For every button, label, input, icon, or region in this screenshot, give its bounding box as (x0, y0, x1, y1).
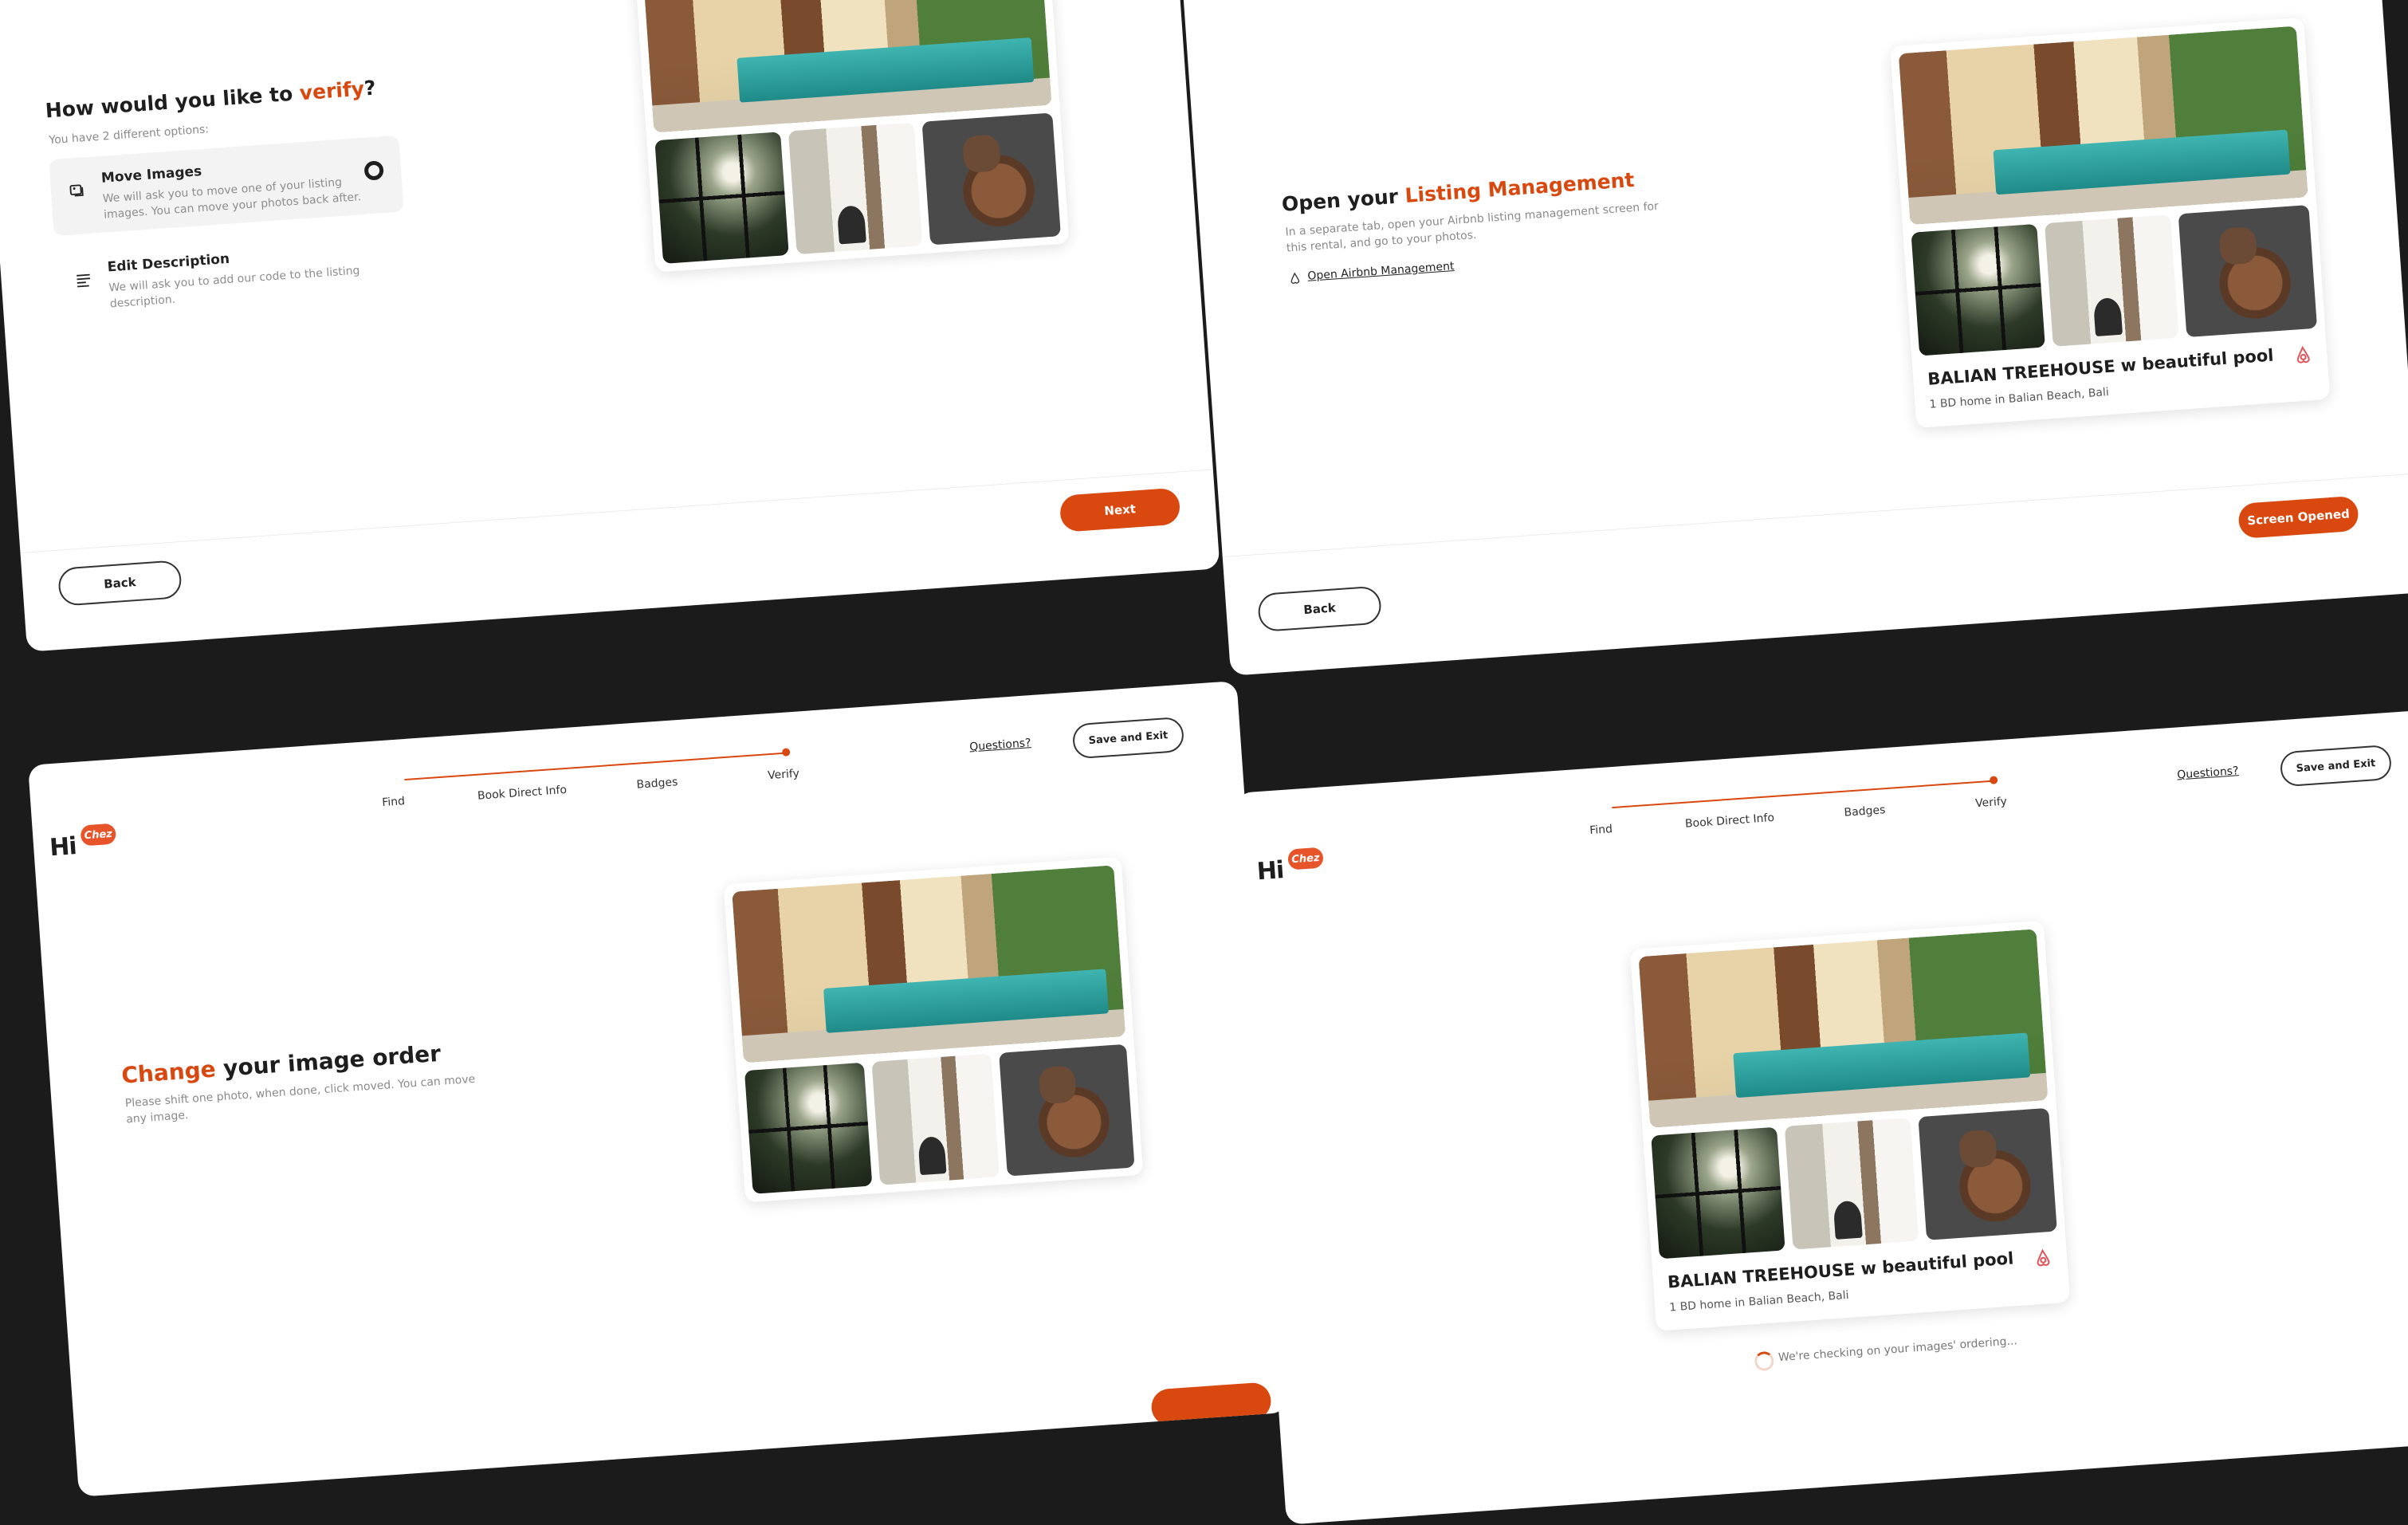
listing-subtitle: 1 BD home in Balian Beach, Bali (1668, 1288, 1850, 1315)
photo-tea (1918, 1107, 2057, 1240)
questions-link[interactable]: Questions? (2177, 764, 2239, 781)
progress-dot (1989, 776, 1998, 784)
progress-stepper: Find Book Direct Info Badges Verify (380, 748, 800, 828)
change-order-screen: Hi Chez Find Book Direct Info Badges Ver… (28, 680, 1288, 1497)
step-badges[interactable]: Badges (1844, 804, 1886, 819)
verify-method-screen: How would you like to verify? You have 2… (0, 0, 1220, 652)
listing-photos (723, 856, 1144, 1203)
logo[interactable]: Hi Chez (49, 823, 123, 862)
step-book-direct-info[interactable]: Book Direct Info (1685, 812, 1775, 831)
listing-card: BALIAN TREEHOUSE w beautiful pool 1 BD h… (1890, 17, 2331, 428)
photo-palm (1911, 223, 2045, 356)
photo-palm[interactable] (744, 1062, 873, 1194)
progress-stepper: Find Book Direct Info Badges Verify (1588, 776, 2008, 856)
photo-pool[interactable] (642, 0, 1052, 133)
checking-order-screen: Hi Chez Find Book Direct Info Badges Ver… (1235, 708, 2408, 1525)
footer-divider (1222, 473, 2408, 558)
photo-tea[interactable] (921, 112, 1061, 246)
listing-name: BALIAN TREEHOUSE w beautiful pool (1667, 1248, 2014, 1292)
text-lines-icon (77, 273, 90, 288)
photo-tea (2178, 205, 2318, 338)
airbnb-logo-icon (2037, 1248, 2050, 1267)
photo-pool (1898, 26, 2308, 225)
photo-bath (2045, 214, 2179, 347)
logo[interactable]: Hi Chez (1255, 847, 1330, 886)
option-edit-description[interactable]: Edit Description We will ask you to add … (55, 224, 410, 324)
page-title: How would you like to verify? (44, 76, 377, 123)
open-airbnb-link[interactable]: Open Airbnb Management (1307, 260, 1455, 283)
photo-pool[interactable] (732, 865, 1126, 1063)
listing-photos (633, 0, 1070, 273)
photo-bath[interactable] (871, 1053, 1000, 1185)
photo-palm[interactable] (654, 132, 789, 264)
next-button[interactable]: Next (1059, 487, 1181, 533)
questions-link[interactable]: Questions? (969, 737, 1031, 753)
airbnb-logo-icon (2296, 345, 2310, 364)
photo-bath (1784, 1117, 1919, 1250)
footer-divider (20, 469, 1213, 554)
step-find[interactable]: Find (382, 795, 406, 809)
step-find[interactable]: Find (1589, 823, 1613, 837)
photo-bath[interactable] (788, 122, 923, 255)
step-verify[interactable]: Verify (1975, 796, 2008, 811)
progress-line (404, 752, 787, 781)
loading-spinner-icon (1754, 1350, 1775, 1372)
photo-tea[interactable] (999, 1044, 1135, 1177)
save-exit-button[interactable]: Save and Exit (1071, 716, 1185, 760)
photo-pool (1638, 929, 2049, 1128)
back-button[interactable]: Back (1257, 585, 1383, 633)
listing-subtitle: 1 BD home in Balian Beach, Bali (1929, 386, 2110, 411)
moved-button[interactable] (1150, 1382, 1272, 1427)
image-move-icon (69, 184, 84, 197)
step-verify[interactable]: Verify (768, 768, 800, 783)
option-move-images[interactable]: Move Images We will ask you to move one … (49, 135, 404, 237)
back-button[interactable]: Back (57, 560, 183, 607)
page-subtitle: You have 2 different options: (48, 123, 210, 147)
progress-line (1612, 780, 1994, 809)
checking-status: We're checking on your images' ordering.… (1778, 1334, 2018, 1365)
airbnb-icon (1290, 272, 1300, 284)
save-exit-button[interactable]: Save and Exit (2279, 744, 2393, 788)
step-badges[interactable]: Badges (636, 776, 678, 792)
step-book-direct-info[interactable]: Book Direct Info (477, 784, 568, 803)
listing-management-screen: Hi Chez Open your Listing Management In … (1180, 0, 2408, 676)
progress-dot (781, 748, 791, 757)
screen-opened-button[interactable]: Screen Opened (2237, 495, 2359, 540)
photo-palm (1651, 1126, 1785, 1260)
listing-name: BALIAN TREEHOUSE w beautiful pool (1927, 345, 2275, 389)
listing-card: BALIAN TREEHOUSE w beautiful pool 1 BD h… (1629, 920, 2071, 1331)
